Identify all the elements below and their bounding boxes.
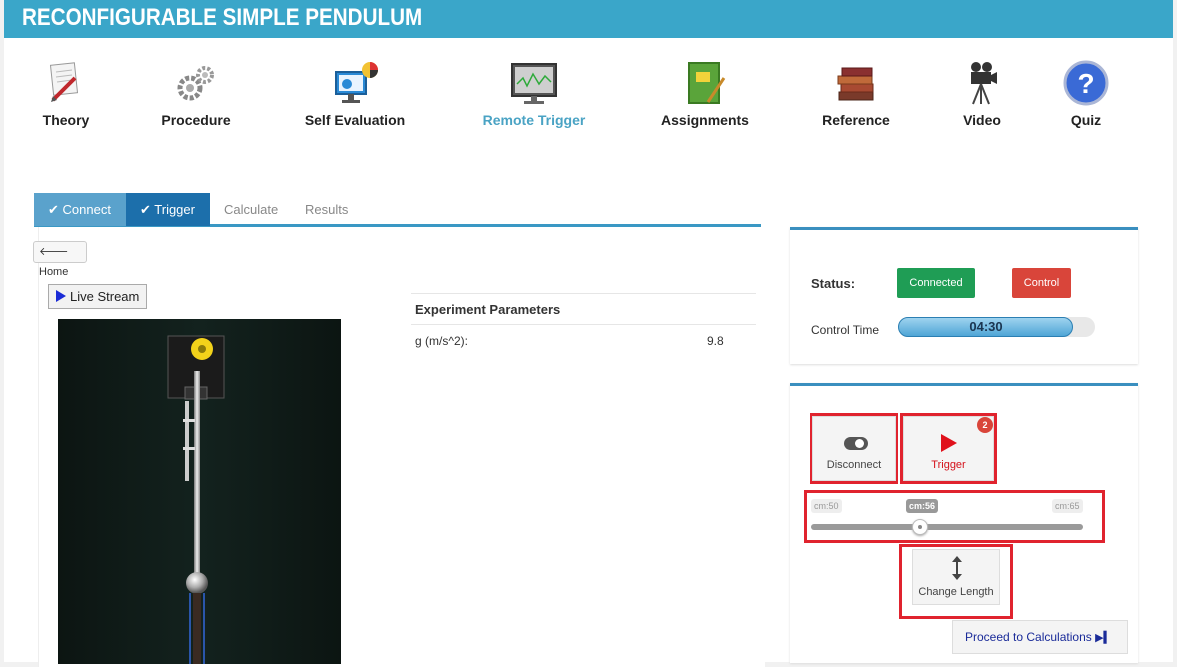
tab-trigger[interactable]: ✔ Trigger — [126, 193, 210, 226]
parameter-label: g (m/s^2): — [415, 334, 468, 348]
control-time-value: 04:30 — [969, 319, 1003, 334]
proceed-to-calculations-button[interactable]: Proceed to Calculations ▶▍ — [952, 620, 1128, 654]
slider-current-label: cm:56 — [906, 499, 939, 513]
parameters-header: Experiment Parameters — [411, 293, 756, 325]
length-slider-handle[interactable] — [912, 519, 928, 535]
tab-results[interactable]: Results — [291, 193, 362, 226]
app-frame: RECONFIGURABLE SIMPLE PENDULUM Theory Pr… — [4, 0, 1173, 667]
play-icon — [56, 290, 66, 302]
monitor-icon — [511, 63, 557, 104]
nav-remote-trigger[interactable]: Remote Trigger — [464, 52, 604, 132]
nav-label-theory: Theory — [42, 112, 90, 128]
trigger-label: Trigger — [931, 459, 966, 471]
control-time-label: Control Time — [811, 323, 880, 337]
check-icon: ✔ — [140, 202, 155, 217]
books-icon — [837, 67, 874, 101]
main-nav: Theory Procedure Self Evaluation Remote … — [4, 52, 1173, 142]
nav-label-remote-trigger: Remote Trigger — [482, 112, 586, 128]
nav-reference[interactable]: Reference — [786, 52, 926, 132]
slider-min-label: cm:50 — [811, 499, 842, 513]
nav-quiz[interactable]: ? Quiz — [1016, 52, 1156, 132]
disconnect-button[interactable]: Disconnect — [812, 416, 896, 481]
vertical-arrows-icon — [952, 556, 962, 580]
control-button[interactable]: Control — [1012, 268, 1071, 298]
nav-label-assignments: Assignments — [661, 112, 749, 128]
connected-button[interactable]: Connected — [897, 268, 975, 298]
nav-assignments[interactable]: Assignments — [635, 52, 775, 132]
notebook-icon — [688, 62, 726, 104]
nav-self-evaluation[interactable]: Self Evaluation — [285, 52, 425, 132]
experiment-parameters: Experiment Parameters g (m/s^2): 9.8 — [411, 293, 756, 357]
parameter-value: 9.8 — [707, 334, 724, 348]
live-stream-video — [58, 319, 341, 664]
status-label: Status: — [811, 276, 856, 291]
nav-label-procedure: Procedure — [161, 112, 231, 128]
theory-icon — [49, 62, 79, 102]
nav-procedure[interactable]: Procedure — [126, 52, 266, 132]
change-length-label: Change Length — [918, 586, 994, 598]
gears-icon — [177, 66, 214, 101]
app-header: RECONFIGURABLE SIMPLE PENDULUM — [4, 0, 1173, 38]
tab-calculate[interactable]: Calculate — [210, 193, 292, 226]
parameter-row: g (m/s^2): 9.8 — [411, 325, 756, 357]
nav-label-reference: Reference — [822, 112, 890, 128]
camera-icon — [971, 62, 997, 105]
app-title: RECONFIGURABLE SIMPLE PENDULUM — [22, 4, 423, 31]
highlight-box — [804, 490, 1105, 543]
disconnect-label: Disconnect — [826, 459, 882, 471]
control-time-progress: 04:30 — [898, 317, 1095, 337]
nav-theory[interactable]: Theory — [0, 52, 136, 132]
check-icon: ✔ — [48, 202, 63, 217]
toggle-icon — [844, 437, 868, 450]
svg-text:?: ? — [1077, 68, 1094, 99]
step-tabs: ✔ Connect ✔ Trigger Calculate Results — [34, 193, 761, 227]
skip-forward-icon: ▶▍ — [1095, 632, 1113, 644]
length-slider-track[interactable] — [811, 524, 1083, 530]
control-panel: Disconnect Trigger 2 cm:50 cm:56 cm:65 C… — [790, 383, 1138, 663]
home-button[interactable]: 🡐 Home — [33, 241, 87, 278]
play-icon — [941, 434, 957, 452]
pendulum-image — [58, 319, 341, 664]
question-icon: ? — [1063, 60, 1109, 106]
tab-connect[interactable]: ✔ Connect — [34, 193, 126, 226]
slider-max-label: cm:65 — [1052, 499, 1083, 513]
nav-label-self-evaluation: Self Evaluation — [304, 112, 406, 128]
nav-label-quiz: Quiz — [1070, 112, 1102, 128]
change-length-button[interactable]: Change Length — [912, 549, 1000, 605]
live-stream-button[interactable]: Live Stream — [48, 284, 147, 309]
trigger-count-badge: 2 — [977, 417, 993, 433]
evaluation-icon — [335, 62, 378, 103]
status-panel: Status: Connected Control Control Time 0… — [790, 227, 1138, 364]
arrow-left-icon: 🡐 — [39, 246, 69, 258]
